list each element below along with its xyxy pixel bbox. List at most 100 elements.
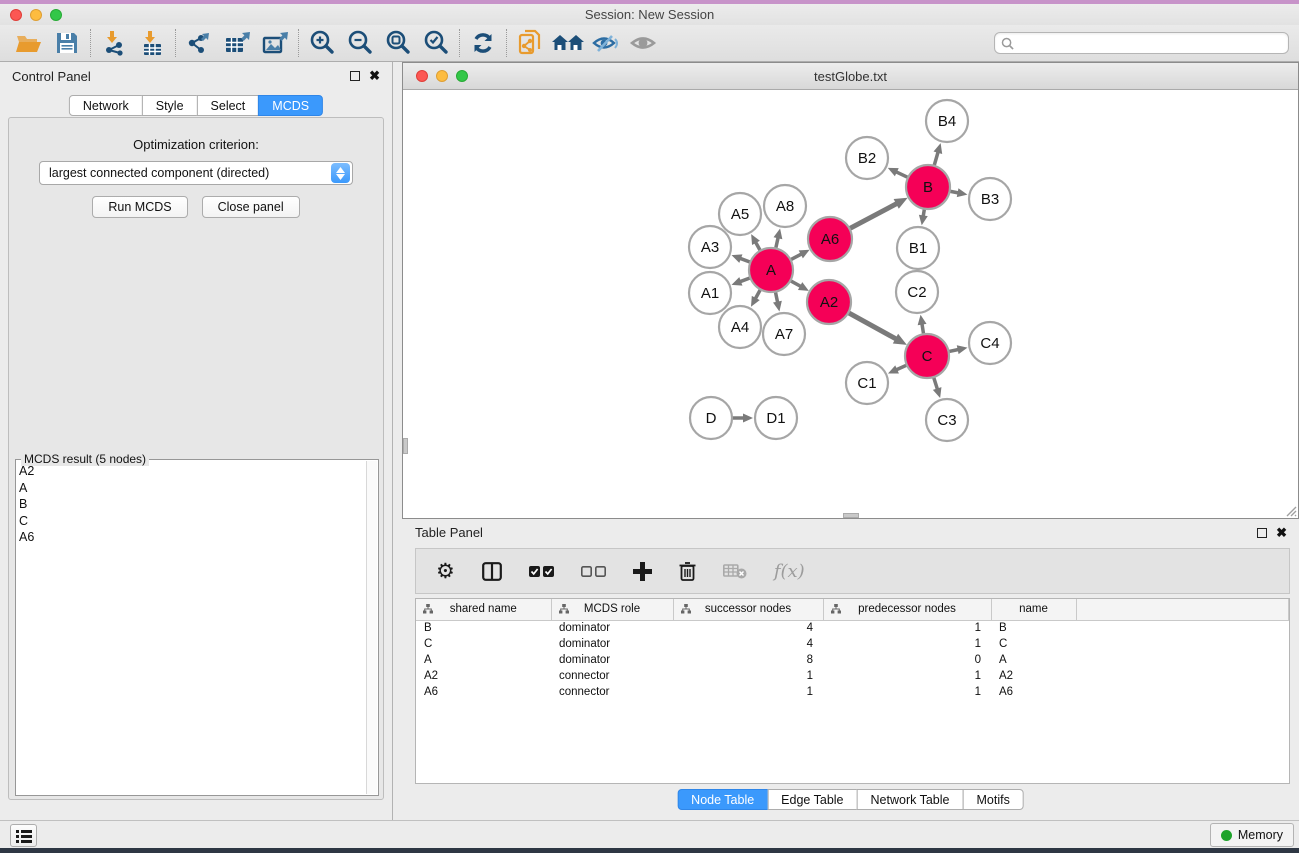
tab-style[interactable]: Style bbox=[142, 95, 198, 116]
show-all-button[interactable] bbox=[549, 28, 587, 58]
mcds-result-box: MCDS result (5 nodes) A2ABCA6 bbox=[15, 459, 379, 796]
table-cell[interactable]: 1 bbox=[823, 684, 991, 700]
result-item[interactable]: A bbox=[19, 480, 365, 497]
add-column-button[interactable] bbox=[633, 562, 652, 581]
table-cell[interactable]: A2 bbox=[991, 668, 1076, 684]
panel-mode-button[interactable] bbox=[482, 562, 502, 581]
zoom-fit-button[interactable] bbox=[379, 28, 417, 58]
canvas-splitter-handle[interactable] bbox=[403, 438, 408, 454]
table-row[interactable]: A6connector11A6 bbox=[416, 684, 1289, 700]
table-cell[interactable]: 1 bbox=[823, 636, 991, 652]
table-cell[interactable]: 4 bbox=[673, 620, 823, 636]
tab-mcds[interactable]: MCDS bbox=[258, 95, 323, 116]
result-item[interactable]: B bbox=[19, 496, 365, 513]
hide-selected-button[interactable] bbox=[587, 28, 625, 58]
select-all-columns-button[interactable] bbox=[529, 566, 554, 577]
table-cell[interactable]: 4 bbox=[673, 636, 823, 652]
mcds-result-list[interactable]: A2ABCA6 bbox=[19, 463, 365, 794]
result-item[interactable]: A6 bbox=[19, 529, 365, 546]
network-graph[interactable]: B4B2BB3A5A8A6A3B1AA1C2A2A4A7C4CC1C3DD1 bbox=[403, 91, 1298, 519]
zoom-out-button[interactable] bbox=[341, 28, 379, 58]
edge-arrowhead bbox=[934, 143, 943, 154]
select-value: largest connected component (directed) bbox=[40, 166, 331, 180]
table-cell[interactable]: dominator bbox=[551, 636, 673, 652]
edge-A2-C[interactable] bbox=[846, 311, 898, 339]
close-panel-icon[interactable]: ✖ bbox=[1276, 528, 1287, 538]
column-header[interactable]: shared name bbox=[416, 599, 551, 620]
search-input[interactable] bbox=[1018, 36, 1282, 50]
export-image-button[interactable] bbox=[256, 28, 294, 58]
show-hidden-button[interactable] bbox=[625, 28, 663, 58]
table-cell[interactable]: 1 bbox=[823, 620, 991, 636]
table-cell[interactable]: 0 bbox=[823, 652, 991, 668]
table-cell[interactable]: 1 bbox=[673, 684, 823, 700]
tab-edge-table[interactable]: Edge Table bbox=[767, 789, 857, 810]
import-table-button[interactable] bbox=[133, 28, 171, 58]
canvas-splitter-handle[interactable] bbox=[843, 513, 859, 518]
edge-arrowhead bbox=[773, 301, 782, 312]
column-header[interactable]: successor nodes bbox=[673, 599, 823, 620]
result-item[interactable]: C bbox=[19, 513, 365, 530]
network-canvas[interactable]: B4B2BB3A5A8A6A3B1AA1C2A2A4A7C4CC1C3DD1 bbox=[403, 91, 1298, 518]
table-cell[interactable]: dominator bbox=[551, 652, 673, 668]
network-window-titlebar[interactable]: testGlobe.txt bbox=[403, 63, 1298, 90]
table-row[interactable]: Cdominator41C bbox=[416, 636, 1289, 652]
table-cell[interactable]: connector bbox=[551, 684, 673, 700]
delete-table-button[interactable] bbox=[723, 563, 747, 579]
memory-button[interactable]: Memory bbox=[1210, 823, 1294, 847]
column-header[interactable]: predecessor nodes bbox=[823, 599, 991, 620]
edge-A6-B[interactable] bbox=[847, 203, 898, 230]
tab-motifs[interactable]: Motifs bbox=[962, 789, 1023, 810]
delete-columns-button[interactable] bbox=[679, 561, 696, 581]
close-panel-icon[interactable]: ✖ bbox=[369, 71, 380, 81]
float-panel-icon[interactable] bbox=[1257, 528, 1267, 538]
column-settings-button[interactable]: ⚙ bbox=[436, 561, 455, 582]
save-session-button[interactable] bbox=[48, 28, 86, 58]
table-cell[interactable]: dominator bbox=[551, 620, 673, 636]
export-table-button[interactable] bbox=[218, 28, 256, 58]
open-file-button[interactable] bbox=[10, 28, 48, 58]
tab-select[interactable]: Select bbox=[197, 95, 260, 116]
tab-node-table[interactable]: Node Table bbox=[677, 789, 768, 810]
close-panel-button[interactable]: Close panel bbox=[202, 196, 300, 218]
refresh-button[interactable] bbox=[464, 28, 502, 58]
table-row[interactable]: Bdominator41B bbox=[416, 620, 1289, 636]
table-cell[interactable]: 1 bbox=[673, 668, 823, 684]
table-cell[interactable]: A2 bbox=[416, 668, 551, 684]
function-builder-button[interactable]: f(x) bbox=[774, 561, 805, 582]
search-field[interactable] bbox=[994, 32, 1289, 54]
table-cell[interactable]: B bbox=[416, 620, 551, 636]
network-from-selection-button[interactable] bbox=[511, 28, 549, 58]
optimization-criterion-select[interactable]: largest connected component (directed) bbox=[39, 161, 353, 185]
table-cell[interactable]: A bbox=[416, 652, 551, 668]
table-cell[interactable]: A6 bbox=[416, 684, 551, 700]
tab-network-table[interactable]: Network Table bbox=[857, 789, 964, 810]
table-row[interactable]: A2connector11A2 bbox=[416, 668, 1289, 684]
table-row[interactable]: Adominator80A bbox=[416, 652, 1289, 668]
table-cell[interactable]: C bbox=[416, 636, 551, 652]
column-header[interactable]: name bbox=[991, 599, 1076, 620]
task-history-button[interactable] bbox=[10, 824, 37, 847]
float-panel-icon[interactable] bbox=[350, 71, 360, 81]
graph-node-label: A3 bbox=[701, 239, 719, 256]
tab-network[interactable]: Network bbox=[69, 95, 143, 116]
zoom-in-button[interactable] bbox=[303, 28, 341, 58]
column-header[interactable]: MCDS role bbox=[551, 599, 673, 620]
table-cell[interactable]: 1 bbox=[823, 668, 991, 684]
table-cell[interactable]: A6 bbox=[991, 684, 1076, 700]
table-cell[interactable]: B bbox=[991, 620, 1076, 636]
unselect-all-columns-button[interactable] bbox=[581, 566, 606, 577]
table-cell[interactable]: A bbox=[991, 652, 1076, 668]
export-network-button[interactable] bbox=[180, 28, 218, 58]
import-network-button[interactable] bbox=[95, 28, 133, 58]
zoom-selected-button[interactable] bbox=[417, 28, 455, 58]
run-mcds-button[interactable]: Run MCDS bbox=[92, 196, 187, 218]
table-cell[interactable]: connector bbox=[551, 668, 673, 684]
resize-grip-icon[interactable] bbox=[1283, 503, 1297, 517]
table-cell[interactable]: C bbox=[991, 636, 1076, 652]
result-scrollbar[interactable] bbox=[366, 461, 377, 794]
table-cell[interactable]: 8 bbox=[673, 652, 823, 668]
result-item[interactable]: A2 bbox=[19, 463, 365, 480]
column-type-icon bbox=[559, 604, 569, 614]
node-table[interactable]: shared nameMCDS rolesuccessor nodesprede… bbox=[415, 598, 1290, 784]
